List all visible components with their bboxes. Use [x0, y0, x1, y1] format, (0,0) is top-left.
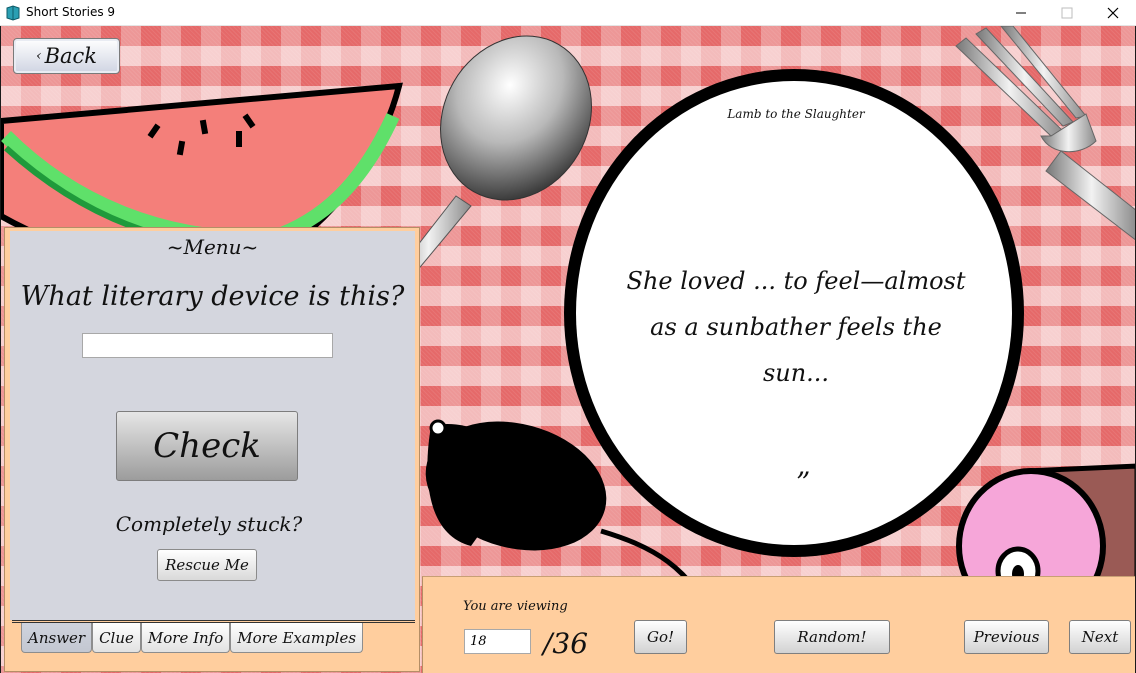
page-total: /36	[543, 627, 589, 660]
question-prompt: What literary device is this?	[20, 281, 405, 312]
next-button[interactable]: Next	[1069, 620, 1131, 654]
close-icon[interactable]	[1090, 0, 1136, 26]
tab-more-examples[interactable]: More Examples	[230, 623, 364, 653]
quote-text: She loved ... to feel—almost as a sunbat…	[616, 258, 976, 396]
menu-content: ~Menu~ What literary device is this? Che…	[10, 231, 415, 620]
back-arrow-icon: ‹	[35, 48, 42, 64]
title-bar: Short Stories 9	[0, 0, 1136, 26]
navigation-bar: You are viewing /36 Go! Random! Previous…	[422, 576, 1135, 673]
back-button-label: Back	[44, 44, 98, 68]
quote-line: as a sunbather feels the sun...	[650, 313, 942, 387]
book-icon	[6, 5, 20, 21]
random-button[interactable]: Random!	[774, 620, 890, 654]
story-title: Lamb to the Slaughter	[727, 107, 865, 121]
tab-answer[interactable]: Answer	[21, 623, 93, 653]
tab-clue[interactable]: Clue	[92, 623, 141, 653]
quote-line: She loved ... to feel—almost	[626, 267, 966, 295]
tab-more-info[interactable]: More Info	[140, 623, 231, 653]
check-button[interactable]: Check	[116, 411, 298, 481]
stuck-label: Completely stuck?	[115, 512, 303, 536]
menu-panel: ~Menu~ What literary device is this? Che…	[4, 227, 420, 672]
closing-quote-mark: ”	[796, 466, 811, 499]
menu-tabs: Answer Clue More Info More Examples	[21, 623, 364, 655]
minimize-icon[interactable]	[998, 0, 1044, 26]
window-title: Short Stories 9	[26, 5, 116, 19]
page-number-input[interactable]	[464, 629, 531, 654]
previous-button[interactable]: Previous	[964, 620, 1049, 654]
menu-title: ~Menu~	[166, 235, 259, 259]
maximize-icon[interactable]	[1044, 0, 1090, 26]
back-button[interactable]: ‹ Back	[13, 38, 120, 74]
gingham-tablecloth: ‹ Back Lamb to the Slaughter She loved .…	[0, 26, 1136, 673]
rescue-me-button[interactable]: Rescue Me	[157, 549, 257, 581]
go-button[interactable]: Go!	[634, 620, 687, 654]
answer-input[interactable]	[82, 333, 333, 358]
viewing-label: You are viewing	[463, 599, 568, 614]
